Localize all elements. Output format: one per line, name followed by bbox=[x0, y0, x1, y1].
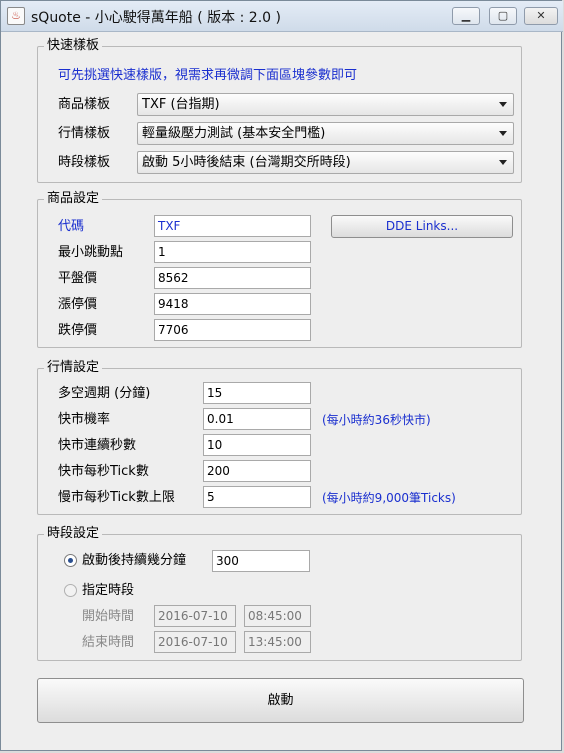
product-template-label: 商品樣板 bbox=[58, 97, 111, 112]
java-cup-icon: ♨ bbox=[7, 7, 25, 25]
code-field[interactable]: TXF bbox=[154, 215, 311, 237]
fast-prob-note: (每小時約36秒快市) bbox=[322, 413, 431, 427]
duration-option-label: 啟動後持續幾分鐘 bbox=[82, 553, 187, 568]
limit-up-field[interactable]: 9418 bbox=[154, 293, 311, 315]
fast-secs-field[interactable]: 10 bbox=[203, 434, 311, 456]
flat-price-label: 平盤價 bbox=[58, 271, 98, 286]
period-template-select[interactable]: 啟動 5小時後結束 (台灣期交所時段) bbox=[137, 151, 514, 174]
market-settings-panel: 行情設定 多空週期 (分鐘) 15 快市機率 0.01 (每小時約36秒快市) … bbox=[37, 360, 522, 515]
time-range-radio[interactable] bbox=[64, 584, 77, 597]
end-date-field[interactable]: 2016-07-10 bbox=[154, 631, 236, 653]
limit-up-label: 漲停價 bbox=[58, 297, 98, 312]
end-time-field[interactable]: 13:45:00 bbox=[244, 631, 311, 653]
quick-template-panel: 快速樣板 可先挑選快速樣版，視需求再微調下面區塊參數即可 商品樣板 TXF (台… bbox=[37, 38, 522, 183]
product-template-select[interactable]: TXF (台指期) bbox=[137, 93, 514, 116]
product-settings-legend: 商品設定 bbox=[44, 191, 103, 207]
maximize-button[interactable]: ▢ bbox=[489, 7, 517, 25]
tick-size-field[interactable]: 1 bbox=[154, 241, 311, 263]
start-time-field[interactable]: 08:45:00 bbox=[244, 605, 311, 627]
title-bar: ♨ sQuote - 小心駛得萬年船 ( 版本 : 2.0 ) ▁ ▢ ✕ bbox=[1, 1, 563, 32]
end-time-label: 結束時間 bbox=[82, 635, 135, 650]
start-button[interactable]: 啟動 bbox=[37, 678, 524, 723]
fast-secs-label: 快市連續秒數 bbox=[58, 438, 137, 453]
dde-links-button[interactable]: DDE Links... bbox=[331, 215, 513, 238]
window-title: sQuote - 小心駛得萬年船 ( 版本 : 2.0 ) bbox=[31, 10, 281, 26]
code-label: 代碼 bbox=[58, 219, 85, 234]
fast-prob-field[interactable]: 0.01 bbox=[203, 408, 311, 430]
cycle-field[interactable]: 15 bbox=[203, 382, 311, 404]
slow-ticks-field[interactable]: 5 bbox=[203, 486, 311, 508]
start-time-label: 開始時間 bbox=[82, 609, 135, 624]
market-settings-legend: 行情設定 bbox=[44, 360, 103, 376]
period-template-value: 啟動 5小時後結束 (台灣期交所時段) bbox=[142, 155, 351, 170]
duration-field[interactable]: 300 bbox=[212, 550, 310, 572]
product-template-value: TXF (台指期) bbox=[142, 97, 220, 112]
period-settings-panel: 時段設定 啟動後持續幾分鐘 300 指定時段 開始時間 2016-07-10 0… bbox=[37, 526, 522, 661]
limit-down-label: 跌停價 bbox=[58, 323, 98, 338]
chevron-down-icon bbox=[499, 131, 507, 136]
maximize-icon: ▢ bbox=[497, 9, 509, 22]
duration-radio[interactable] bbox=[64, 554, 77, 567]
period-template-label: 時段樣板 bbox=[58, 155, 111, 170]
flat-price-field[interactable]: 8562 bbox=[154, 267, 311, 289]
slow-ticks-label: 慢市每秒Tick數上限 bbox=[58, 490, 175, 505]
market-template-label: 行情樣板 bbox=[58, 126, 111, 141]
chevron-down-icon bbox=[499, 102, 507, 107]
slow-ticks-note: (每小時約9,000筆Ticks) bbox=[322, 491, 456, 505]
start-date-field[interactable]: 2016-07-10 bbox=[154, 605, 236, 627]
product-settings-panel: 商品設定 代碼 TXF DDE Links... 最小跳動點 1 平盤價 856… bbox=[37, 191, 522, 348]
quick-template-legend: 快速樣板 bbox=[44, 38, 103, 54]
fast-prob-label: 快市機率 bbox=[58, 412, 111, 427]
quick-template-hint: 可先挑選快速樣版，視需求再微調下面區塊參數即可 bbox=[58, 68, 358, 83]
tick-size-label: 最小跳動點 bbox=[58, 245, 124, 260]
fast-ticks-label: 快市每秒Tick數 bbox=[58, 464, 149, 479]
time-range-option-label: 指定時段 bbox=[82, 583, 135, 598]
close-icon: ✕ bbox=[536, 9, 546, 22]
market-template-value: 輕量級壓力測試 (基本安全門檻) bbox=[142, 126, 326, 141]
minimize-icon: ▁ bbox=[461, 9, 471, 22]
minimize-button[interactable]: ▁ bbox=[452, 7, 480, 25]
fast-ticks-field[interactable]: 200 bbox=[203, 460, 311, 482]
limit-down-field[interactable]: 7706 bbox=[154, 319, 311, 341]
close-button[interactable]: ✕ bbox=[524, 7, 558, 25]
chevron-down-icon bbox=[499, 160, 507, 165]
cycle-label: 多空週期 (分鐘) bbox=[58, 386, 151, 401]
market-template-select[interactable]: 輕量級壓力測試 (基本安全門檻) bbox=[137, 122, 514, 145]
period-settings-legend: 時段設定 bbox=[44, 526, 103, 542]
app-window: ♨ sQuote - 小心駛得萬年船 ( 版本 : 2.0 ) ▁ ▢ ✕ 快速… bbox=[0, 0, 563, 751]
